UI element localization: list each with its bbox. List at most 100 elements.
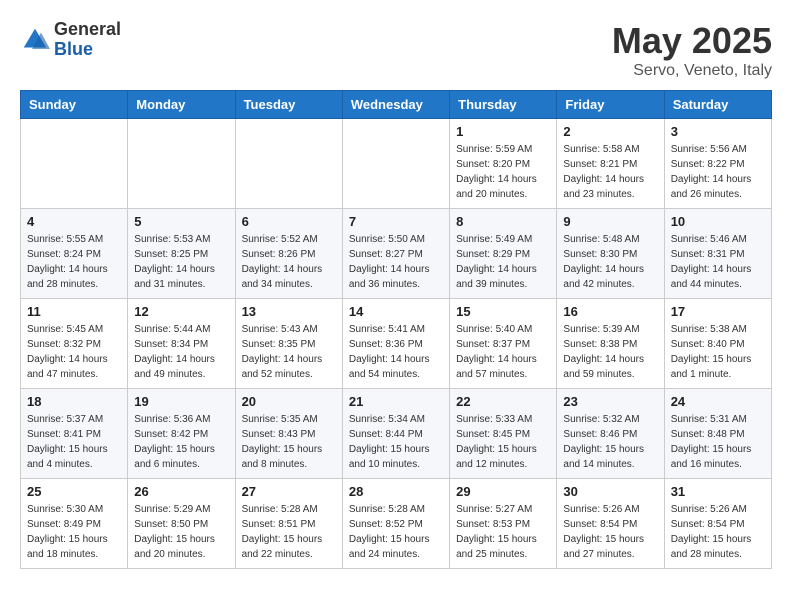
- day-number: 27: [242, 484, 336, 499]
- calendar-cell: 23 Sunrise: 5:32 AMSunset: 8:46 PMDayligh…: [557, 389, 664, 479]
- day-detail: Sunrise: 5:36 AMSunset: 8:42 PMDaylight:…: [134, 412, 228, 472]
- day-detail: Sunrise: 5:34 AMSunset: 8:44 PMDaylight:…: [349, 412, 443, 472]
- calendar-cell: 7 Sunrise: 5:50 AMSunset: 8:27 PMDaylight…: [342, 209, 449, 299]
- day-detail: Sunrise: 5:49 AMSunset: 8:29 PMDaylight:…: [456, 232, 550, 292]
- day-number: 15: [456, 304, 550, 319]
- calendar-cell: 19 Sunrise: 5:36 AMSunset: 8:42 PMDayligh…: [128, 389, 235, 479]
- weekday-header-wednesday: Wednesday: [342, 91, 449, 119]
- day-detail: Sunrise: 5:28 AMSunset: 8:52 PMDaylight:…: [349, 502, 443, 562]
- day-detail: Sunrise: 5:43 AMSunset: 8:35 PMDaylight:…: [242, 322, 336, 382]
- day-number: 13: [242, 304, 336, 319]
- day-number: 2: [563, 124, 657, 139]
- calendar-cell: 10 Sunrise: 5:46 AMSunset: 8:31 PMDayligh…: [664, 209, 771, 299]
- day-number: 25: [27, 484, 121, 499]
- day-detail: Sunrise: 5:26 AMSunset: 8:54 PMDaylight:…: [563, 502, 657, 562]
- calendar-cell: 14Sunrise: 5:41 AMSunset: 8:36 PMDayligh…: [342, 299, 449, 389]
- day-detail: Sunrise: 5:40 AMSunset: 8:37 PMDaylight:…: [456, 322, 550, 382]
- day-detail: Sunrise: 5:32 AMSunset: 8:46 PMDaylight:…: [563, 412, 657, 472]
- calendar-cell: 11Sunrise: 5:45 AMSunset: 8:32 PMDayligh…: [21, 299, 128, 389]
- day-number: 1: [456, 124, 550, 139]
- day-detail: Sunrise: 5:48 AMSunset: 8:30 PMDaylight:…: [563, 232, 657, 292]
- calendar-cell: 21 Sunrise: 5:34 AMSunset: 8:44 PMDayligh…: [342, 389, 449, 479]
- calendar-cell: 30 Sunrise: 5:26 AMSunset: 8:54 PMDayligh…: [557, 479, 664, 569]
- calendar-week-4: 18Sunrise: 5:37 AMSunset: 8:41 PMDayligh…: [21, 389, 772, 479]
- day-detail: Sunrise: 5:50 AMSunset: 8:27 PMDaylight:…: [349, 232, 443, 292]
- day-number: 23: [563, 394, 657, 409]
- day-number: 10: [671, 214, 765, 229]
- weekday-header-sunday: Sunday: [21, 91, 128, 119]
- day-number: 19: [134, 394, 228, 409]
- calendar-cell: 12 Sunrise: 5:44 AMSunset: 8:34 PMDayligh…: [128, 299, 235, 389]
- day-number: 30: [563, 484, 657, 499]
- day-detail: Sunrise: 5:39 AMSunset: 8:38 PMDaylight:…: [563, 322, 657, 382]
- weekday-header-monday: Monday: [128, 91, 235, 119]
- day-number: 16: [563, 304, 657, 319]
- logo-icon: [20, 25, 50, 55]
- calendar-cell: 26Sunrise: 5:29 AMSunset: 8:50 PMDayligh…: [128, 479, 235, 569]
- day-detail: Sunrise: 5:33 AMSunset: 8:45 PMDaylight:…: [456, 412, 550, 472]
- calendar-title: May 2025: [612, 20, 772, 62]
- day-number: 7: [349, 214, 443, 229]
- day-number: 31: [671, 484, 765, 499]
- day-number: 21: [349, 394, 443, 409]
- calendar-cell: [342, 119, 449, 209]
- calendar-cell: 2 Sunrise: 5:58 AMSunset: 8:21 PMDaylight…: [557, 119, 664, 209]
- day-number: 26: [134, 484, 228, 499]
- title-block: May 2025 Servo, Veneto, Italy: [612, 20, 772, 80]
- calendar-cell: 8Sunrise: 5:49 AMSunset: 8:29 PMDaylight…: [450, 209, 557, 299]
- weekday-header-thursday: Thursday: [450, 91, 557, 119]
- day-detail: Sunrise: 5:58 AMSunset: 8:21 PMDaylight:…: [563, 142, 657, 202]
- weekday-header-saturday: Saturday: [664, 91, 771, 119]
- day-detail: Sunrise: 5:38 AMSunset: 8:40 PMDaylight:…: [671, 322, 765, 382]
- weekday-header-tuesday: Tuesday: [235, 91, 342, 119]
- calendar-cell: 4 Sunrise: 5:55 AMSunset: 8:24 PMDaylight…: [21, 209, 128, 299]
- day-number: 17: [671, 304, 765, 319]
- day-detail: Sunrise: 5:46 AMSunset: 8:31 PMDaylight:…: [671, 232, 765, 292]
- calendar-cell: 20Sunrise: 5:35 AMSunset: 8:43 PMDayligh…: [235, 389, 342, 479]
- day-number: 9: [563, 214, 657, 229]
- day-detail: Sunrise: 5:37 AMSunset: 8:41 PMDaylight:…: [27, 412, 121, 472]
- day-number: 11: [27, 304, 121, 319]
- calendar-week-3: 11Sunrise: 5:45 AMSunset: 8:32 PMDayligh…: [21, 299, 772, 389]
- calendar-week-5: 25Sunrise: 5:30 AMSunset: 8:49 PMDayligh…: [21, 479, 772, 569]
- calendar-cell: 31 Sunrise: 5:26 AMSunset: 8:54 PMDayligh…: [664, 479, 771, 569]
- calendar-cell: 18Sunrise: 5:37 AMSunset: 8:41 PMDayligh…: [21, 389, 128, 479]
- day-number: 3: [671, 124, 765, 139]
- day-number: 5: [134, 214, 228, 229]
- logo-blue-text: Blue: [54, 40, 121, 60]
- day-detail: Sunrise: 5:26 AMSunset: 8:54 PMDaylight:…: [671, 502, 765, 562]
- calendar-cell: 17 Sunrise: 5:38 AMSunset: 8:40 PMDayligh…: [664, 299, 771, 389]
- calendar-cell: 28 Sunrise: 5:28 AMSunset: 8:52 PMDayligh…: [342, 479, 449, 569]
- page-header: General Blue May 2025 Servo, Veneto, Ita…: [20, 20, 772, 80]
- calendar-cell: 24 Sunrise: 5:31 AMSunset: 8:48 PMDayligh…: [664, 389, 771, 479]
- day-detail: Sunrise: 5:31 AMSunset: 8:48 PMDaylight:…: [671, 412, 765, 472]
- day-detail: Sunrise: 5:59 AMSunset: 8:20 PMDaylight:…: [456, 142, 550, 202]
- day-detail: Sunrise: 5:56 AMSunset: 8:22 PMDaylight:…: [671, 142, 765, 202]
- calendar-cell: 5 Sunrise: 5:53 AMSunset: 8:25 PMDaylight…: [128, 209, 235, 299]
- day-number: 4: [27, 214, 121, 229]
- day-number: 22: [456, 394, 550, 409]
- calendar-cell: 25Sunrise: 5:30 AMSunset: 8:49 PMDayligh…: [21, 479, 128, 569]
- calendar-cell: 29Sunrise: 5:27 AMSunset: 8:53 PMDayligh…: [450, 479, 557, 569]
- calendar-cell: 9 Sunrise: 5:48 AMSunset: 8:30 PMDaylight…: [557, 209, 664, 299]
- day-number: 29: [456, 484, 550, 499]
- calendar-cell: [235, 119, 342, 209]
- day-number: 12: [134, 304, 228, 319]
- calendar-subtitle: Servo, Veneto, Italy: [612, 62, 772, 80]
- calendar-cell: 3 Sunrise: 5:56 AMSunset: 8:22 PMDaylight…: [664, 119, 771, 209]
- logo: General Blue: [20, 20, 121, 60]
- day-detail: Sunrise: 5:35 AMSunset: 8:43 PMDaylight:…: [242, 412, 336, 472]
- day-detail: Sunrise: 5:44 AMSunset: 8:34 PMDaylight:…: [134, 322, 228, 382]
- calendar-cell: 15 Sunrise: 5:40 AMSunset: 8:37 PMDayligh…: [450, 299, 557, 389]
- day-detail: Sunrise: 5:52 AMSunset: 8:26 PMDaylight:…: [242, 232, 336, 292]
- day-number: 24: [671, 394, 765, 409]
- calendar-cell: 1 Sunrise: 5:59 AMSunset: 8:20 PMDaylight…: [450, 119, 557, 209]
- day-detail: Sunrise: 5:53 AMSunset: 8:25 PMDaylight:…: [134, 232, 228, 292]
- calendar-cell: 27Sunrise: 5:28 AMSunset: 8:51 PMDayligh…: [235, 479, 342, 569]
- calendar-week-1: 1 Sunrise: 5:59 AMSunset: 8:20 PMDaylight…: [21, 119, 772, 209]
- day-detail: Sunrise: 5:55 AMSunset: 8:24 PMDaylight:…: [27, 232, 121, 292]
- calendar-cell: 16 Sunrise: 5:39 AMSunset: 8:38 PMDayligh…: [557, 299, 664, 389]
- calendar-cell: 6Sunrise: 5:52 AMSunset: 8:26 PMDaylight…: [235, 209, 342, 299]
- day-number: 28: [349, 484, 443, 499]
- calendar-cell: [21, 119, 128, 209]
